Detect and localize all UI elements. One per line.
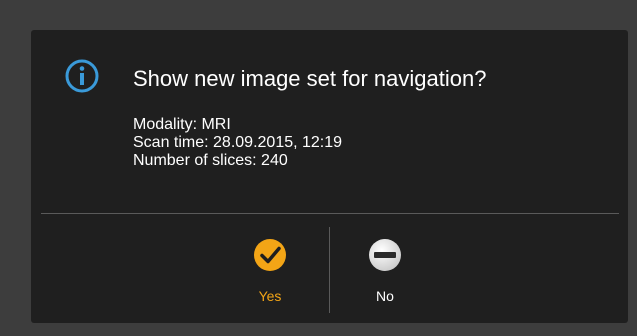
yes-button[interactable]: Yes [230,238,310,308]
button-separator [329,227,330,313]
checkmark-icon [254,239,286,271]
image-set-details: Modality: MRI Scan time: 28.09.2015, 12:… [133,116,342,170]
detail-scan-time: Scan time: 28.09.2015, 12:19 [133,134,343,151]
info-icon [65,59,99,93]
detail-modality: Modality: MRI [133,116,231,133]
no-button[interactable]: No [345,238,425,308]
yes-button-label: Yes [258,288,282,304]
confirmation-dialog: Show new image set for navigation? Modal… [31,30,628,323]
dialog-title: Show new image set for navigation? [133,66,487,91]
no-button-label: No [376,288,394,304]
minus-icon [369,239,401,271]
detail-slice-count: Number of slices: 240 [133,152,288,169]
horizontal-divider [41,213,619,214]
